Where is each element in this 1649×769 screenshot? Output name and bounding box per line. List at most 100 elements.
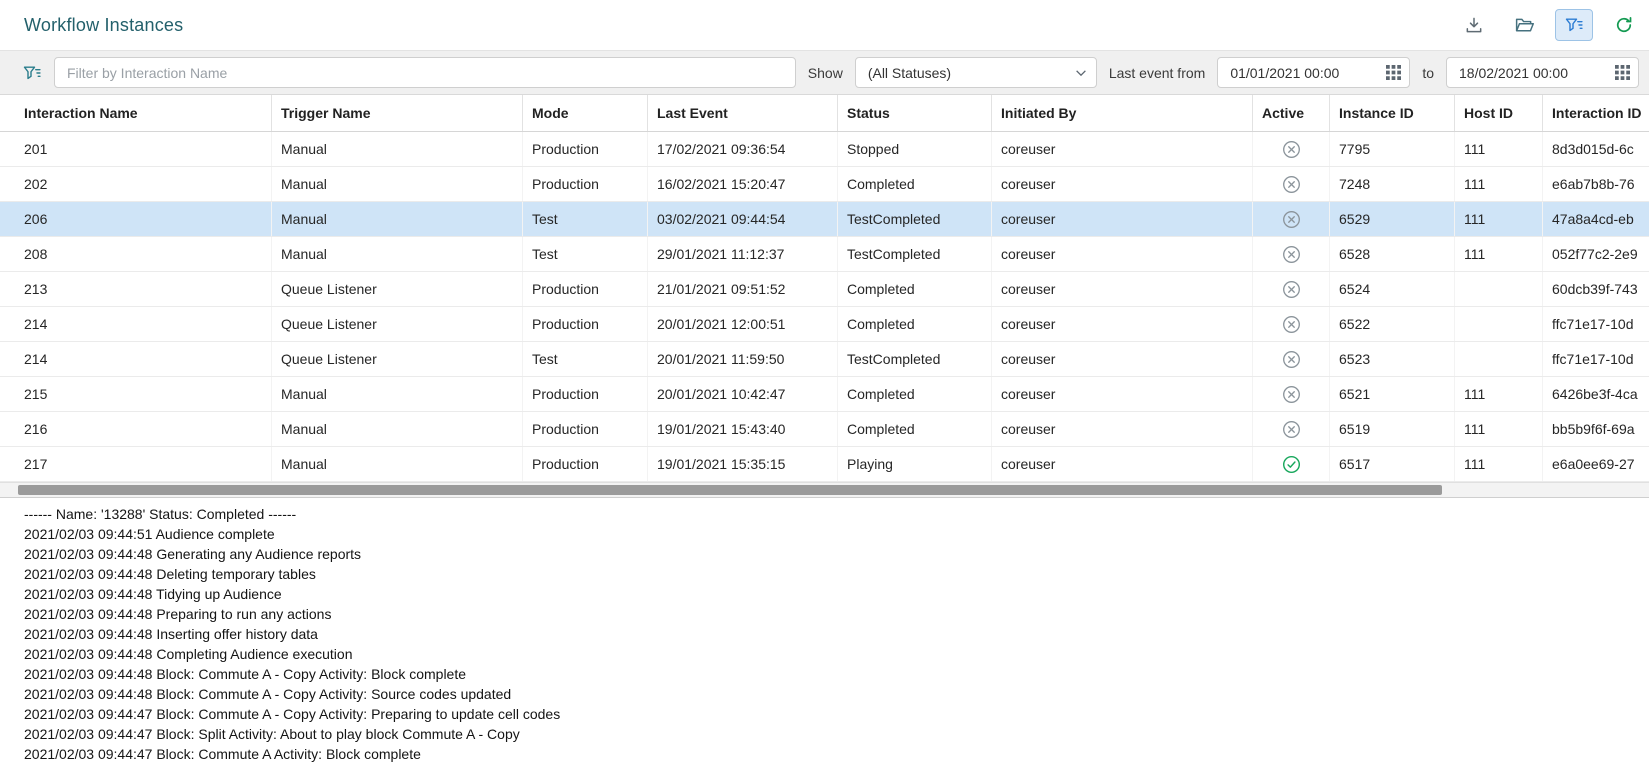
cell-host-id: 111 xyxy=(1455,132,1543,166)
cell-instance-id: 6521 xyxy=(1330,377,1455,411)
cell-initiated-by: coreuser xyxy=(992,447,1253,481)
cell-last-event: 03/02/2021 09:44:54 xyxy=(648,202,838,236)
cell-initiated-by: coreuser xyxy=(992,132,1253,166)
download-button[interactable] xyxy=(1455,9,1493,41)
to-label: to xyxy=(1422,65,1434,81)
cell-mode: Production xyxy=(523,307,648,341)
cell-host-id xyxy=(1455,307,1543,341)
active-circle-check-icon xyxy=(1282,455,1301,474)
cell-active xyxy=(1253,307,1330,341)
date-from-input[interactable] xyxy=(1218,65,1386,81)
log-line: 2021/02/03 09:44:51 Audience complete xyxy=(24,524,1649,544)
cell-initiated-by: coreuser xyxy=(992,237,1253,271)
table-row[interactable]: 202 Manual Production 16/02/2021 15:20:4… xyxy=(0,167,1649,202)
cell-initiated-by: coreuser xyxy=(992,202,1253,236)
cell-interaction-name: 216 xyxy=(0,412,272,446)
cell-instance-id: 7795 xyxy=(1330,132,1455,166)
column-header[interactable]: Mode xyxy=(523,95,648,131)
table-row[interactable]: 201 Manual Production 17/02/2021 09:36:5… xyxy=(0,132,1649,167)
cell-interaction-name: 214 xyxy=(0,342,272,376)
scrollbar-thumb[interactable] xyxy=(18,485,1442,495)
log-line: 2021/02/03 09:44:48 Completing Audience … xyxy=(24,644,1649,664)
cell-initiated-by: coreuser xyxy=(992,377,1253,411)
cell-interaction-id: 60dcb39f-743 xyxy=(1543,272,1649,306)
cell-mode: Production xyxy=(523,412,648,446)
inactive-circle-x-icon xyxy=(1282,245,1301,264)
cell-status: Completed xyxy=(838,377,992,411)
table-row[interactable]: 206 Manual Test 03/02/2021 09:44:54 Test… xyxy=(0,202,1649,237)
cell-interaction-name: 213 xyxy=(0,272,272,306)
log-line: 2021/02/03 09:44:47 Block: Commute A - C… xyxy=(24,704,1649,724)
cell-interaction-name: 206 xyxy=(0,202,272,236)
download-icon xyxy=(1464,15,1484,35)
date-to-input[interactable] xyxy=(1447,65,1615,81)
last-event-from-label: Last event from xyxy=(1109,65,1206,81)
log-panel: ------ Name: '13288' Status: Completed -… xyxy=(0,497,1649,769)
cell-instance-id: 6523 xyxy=(1330,342,1455,376)
cell-interaction-name: 215 xyxy=(0,377,272,411)
cell-interaction-id: 8d3d015d-6c xyxy=(1543,132,1649,166)
cell-status: Completed xyxy=(838,272,992,306)
workflow-instances-page: Workflow Instances xyxy=(0,0,1649,769)
cell-last-event: 20/01/2021 10:42:47 xyxy=(648,377,838,411)
cell-mode: Test xyxy=(523,237,648,271)
inactive-circle-x-icon xyxy=(1282,140,1301,159)
cell-last-event: 19/01/2021 15:43:40 xyxy=(648,412,838,446)
filter-icon xyxy=(1564,15,1584,35)
table-row[interactable]: 215 Manual Production 20/01/2021 10:42:4… xyxy=(0,377,1649,412)
column-header[interactable]: Trigger Name xyxy=(272,95,523,131)
cell-active xyxy=(1253,342,1330,376)
column-header[interactable]: Last Event xyxy=(648,95,838,131)
page-header: Workflow Instances xyxy=(0,0,1649,50)
cell-trigger-name: Manual xyxy=(272,202,523,236)
table-row[interactable]: 213 Queue Listener Production 21/01/2021… xyxy=(0,272,1649,307)
cell-host-id xyxy=(1455,272,1543,306)
column-header[interactable]: Interaction ID xyxy=(1543,95,1649,131)
date-to-field xyxy=(1446,57,1639,88)
column-header[interactable]: Host ID xyxy=(1455,95,1543,131)
table-row[interactable]: 214 Queue Listener Production 20/01/2021… xyxy=(0,307,1649,342)
cell-instance-id: 7248 xyxy=(1330,167,1455,201)
status-filter-select[interactable]: (All Statuses) xyxy=(855,57,1097,88)
cell-active xyxy=(1253,447,1330,481)
column-header[interactable]: Initiated By xyxy=(992,95,1253,131)
cell-initiated-by: coreuser xyxy=(992,272,1253,306)
cell-interaction-id: ffc71e17-10d xyxy=(1543,307,1649,341)
cell-last-event: 21/01/2021 09:51:52 xyxy=(648,272,838,306)
column-header[interactable]: Active xyxy=(1253,95,1330,131)
cell-mode: Production xyxy=(523,167,648,201)
log-line: 2021/02/03 09:44:47 Block: Split Activit… xyxy=(24,724,1649,744)
cell-mode: Test xyxy=(523,342,648,376)
cell-interaction-name: 208 xyxy=(0,237,272,271)
cell-instance-id: 6522 xyxy=(1330,307,1455,341)
calendar-icon[interactable] xyxy=(1386,65,1401,80)
table-row[interactable]: 217 Manual Production 19/01/2021 15:35:1… xyxy=(0,447,1649,482)
log-content: ------ Name: '13288' Status: Completed -… xyxy=(0,498,1649,769)
column-header[interactable]: Status xyxy=(838,95,992,131)
inactive-circle-x-icon xyxy=(1282,350,1301,369)
calendar-icon[interactable] xyxy=(1615,65,1630,80)
table-header-row: Interaction Name Trigger Name Mode Last … xyxy=(0,95,1649,132)
cell-interaction-name: 214 xyxy=(0,307,272,341)
filter-bar: Show (All Statuses) Last event from to xyxy=(0,50,1649,95)
interaction-name-filter-input[interactable] xyxy=(54,57,796,88)
refresh-button[interactable] xyxy=(1605,9,1643,41)
cell-trigger-name: Manual xyxy=(272,167,523,201)
cell-trigger-name: Manual xyxy=(272,132,523,166)
log-line: 2021/02/03 09:44:48 Tidying up Audience xyxy=(24,584,1649,604)
horizontal-scrollbar[interactable] xyxy=(0,482,1649,497)
log-line: 2021/02/03 09:44:48 Deleting temporary t… xyxy=(24,564,1649,584)
open-folder-button[interactable] xyxy=(1505,9,1543,41)
cell-last-event: 29/01/2021 11:12:37 xyxy=(648,237,838,271)
cell-host-id xyxy=(1455,342,1543,376)
column-header[interactable]: Interaction Name xyxy=(0,95,272,131)
table-row[interactable]: 208 Manual Test 29/01/2021 11:12:37 Test… xyxy=(0,237,1649,272)
toolbar xyxy=(1455,9,1643,41)
filter-funnel-icon xyxy=(22,63,42,83)
cell-host-id: 111 xyxy=(1455,237,1543,271)
column-header[interactable]: Instance ID xyxy=(1330,95,1455,131)
inactive-circle-x-icon xyxy=(1282,385,1301,404)
filter-toggle-button[interactable] xyxy=(1555,9,1593,41)
table-row[interactable]: 216 Manual Production 19/01/2021 15:43:4… xyxy=(0,412,1649,447)
table-row[interactable]: 214 Queue Listener Test 20/01/2021 11:59… xyxy=(0,342,1649,377)
